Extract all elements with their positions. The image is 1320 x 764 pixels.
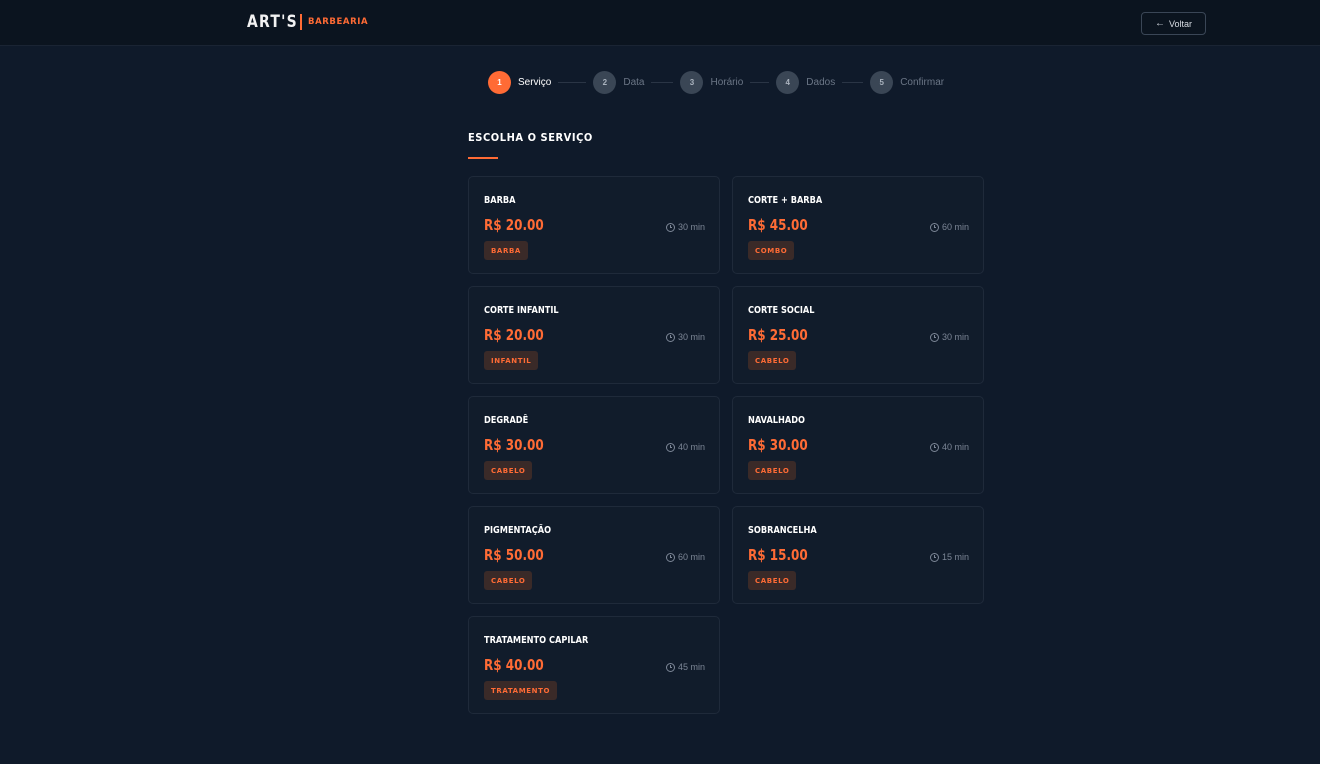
step-label: Dados: [806, 76, 836, 88]
service-price: R$ 40.00: [484, 656, 544, 674]
step-confirmar: 5 Confirmar: [870, 70, 945, 94]
service-price: R$ 20.00: [484, 326, 544, 344]
brand-logo[interactable]: ART'S BARBEARIA: [247, 12, 368, 32]
service-card-corte-infantil[interactable]: CORTE INFANTIL R$ 20.00 30 min INFANTIL: [468, 286, 720, 384]
step-dados: 4 Dados: [776, 70, 836, 94]
clock-icon: [929, 442, 939, 452]
step-number: 3: [680, 70, 704, 94]
duration-text: 60 min: [677, 552, 705, 562]
service-name: CORTE INFANTIL: [484, 305, 559, 316]
duration-text: 60 min: [941, 222, 969, 232]
step-servico: 1 Serviço: [488, 70, 552, 94]
service-duration: 60 min: [665, 552, 705, 562]
step-label: Horário: [710, 76, 744, 88]
arrow-left-icon: ←: [1154, 17, 1165, 29]
duration-text: 15 min: [941, 552, 969, 562]
step-label: Serviço: [518, 76, 552, 88]
section-title: ESCOLHA O SERVIÇO: [468, 131, 593, 144]
clock-icon: [929, 552, 939, 562]
brand-divider: [300, 14, 302, 30]
service-category-badge: INFANTIL: [484, 351, 539, 370]
step-connector: [558, 81, 587, 83]
service-duration: 40 min: [665, 442, 705, 452]
service-grid: BARBA R$ 20.00 30 min BARBA CORTE + BARB…: [468, 176, 984, 714]
step-connector: [750, 81, 770, 83]
service-category-badge: TRATAMENTO: [484, 681, 558, 700]
service-price: R$ 15.00: [748, 546, 808, 564]
service-category-badge: CABELO: [484, 461, 533, 480]
duration-text: 45 min: [677, 662, 705, 672]
step-label: Confirmar: [900, 76, 945, 88]
step-horario: 3 Horário: [680, 70, 744, 94]
service-card-corte-social[interactable]: CORTE SOCIAL R$ 25.00 30 min CABELO: [732, 286, 984, 384]
step-number: 1: [488, 70, 511, 94]
service-category-badge: CABELO: [484, 571, 533, 590]
service-price: R$ 20.00: [484, 216, 544, 234]
clock-icon: [665, 332, 675, 342]
service-category-badge: BARBA: [484, 241, 528, 260]
service-category-badge: CABELO: [748, 461, 797, 480]
brand-subtitle: BARBEARIA: [308, 17, 369, 27]
duration-text: 40 min: [677, 442, 705, 452]
service-card-pigmentacao[interactable]: PIGMENTAÇÃO R$ 50.00 60 min CABELO: [468, 506, 720, 604]
service-price: R$ 30.00: [484, 436, 544, 454]
service-card-tratamento-capilar[interactable]: TRATAMENTO CAPILAR R$ 40.00 45 min TRATA…: [468, 616, 720, 714]
service-duration: 30 min: [665, 332, 705, 342]
service-name: PIGMENTAÇÃO: [484, 525, 552, 536]
service-name: SOBRANCELHA: [748, 525, 817, 536]
service-name: CORTE SOCIAL: [748, 305, 815, 316]
duration-text: 30 min: [677, 222, 705, 232]
service-duration: 15 min: [929, 552, 969, 562]
service-category-badge: COMBO: [748, 241, 795, 260]
clock-icon: [929, 332, 939, 342]
service-duration: 30 min: [665, 222, 705, 232]
step-connector: [651, 81, 674, 83]
service-price: R$ 50.00: [484, 546, 544, 564]
service-category-badge: CABELO: [748, 351, 797, 370]
clock-icon: [665, 662, 675, 672]
service-category-badge: CABELO: [748, 571, 797, 590]
top-bar: ART'S BARBEARIA ← Voltar: [0, 0, 1320, 46]
step-number: 5: [870, 70, 894, 94]
service-card-corte-barba[interactable]: CORTE + BARBA R$ 45.00 60 min COMBO: [732, 176, 984, 274]
service-card-barba[interactable]: BARBA R$ 20.00 30 min BARBA: [468, 176, 720, 274]
service-card-sobrancelha[interactable]: SOBRANCELHA R$ 15.00 15 min CABELO: [732, 506, 984, 604]
service-name: DEGRADÊ: [484, 415, 529, 426]
booking-stepper: 1 Serviço 2 Data 3 Horário 4 Dados 5 Con…: [488, 70, 944, 94]
clock-icon: [665, 442, 675, 452]
service-price: R$ 25.00: [748, 326, 808, 344]
service-card-degrade[interactable]: DEGRADÊ R$ 30.00 40 min CABELO: [468, 396, 720, 494]
service-name: CORTE + BARBA: [748, 195, 823, 206]
duration-text: 40 min: [941, 442, 969, 452]
clock-icon: [665, 222, 675, 232]
section-underline: [468, 157, 498, 159]
step-number: 4: [776, 70, 800, 94]
service-card-navalhado[interactable]: NAVALHADO R$ 30.00 40 min CABELO: [732, 396, 984, 494]
step-label: Data: [623, 76, 645, 88]
service-duration: 30 min: [929, 332, 969, 342]
back-button-label: Voltar: [1168, 18, 1192, 29]
service-name: BARBA: [484, 195, 516, 206]
clock-icon: [929, 222, 939, 232]
step-connector: [842, 81, 864, 83]
duration-text: 30 min: [677, 332, 705, 342]
service-duration: 40 min: [929, 442, 969, 452]
duration-text: 30 min: [941, 332, 969, 342]
step-data: 2 Data: [593, 70, 645, 94]
brand-name: ART'S: [247, 12, 298, 32]
service-name: NAVALHADO: [748, 415, 806, 426]
service-price: R$ 30.00: [748, 436, 808, 454]
step-number: 2: [593, 70, 617, 94]
service-duration: 60 min: [929, 222, 969, 232]
service-price: R$ 45.00: [748, 216, 808, 234]
clock-icon: [665, 552, 675, 562]
back-button[interactable]: ← Voltar: [1141, 12, 1206, 35]
service-name: TRATAMENTO CAPILAR: [484, 635, 589, 646]
service-duration: 45 min: [665, 662, 705, 672]
